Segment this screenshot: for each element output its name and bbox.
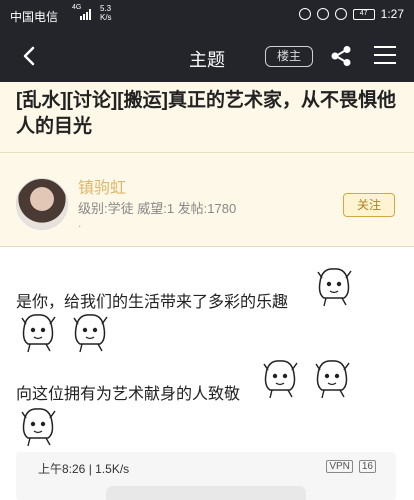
anime-girl-sticker-icon	[317, 268, 352, 307]
embedded-screenshot-image[interactable]: 上午8:26 | 1.5K/s VPN 16	[16, 452, 396, 500]
divider	[0, 152, 414, 153]
anime-girl-sticker-icon	[21, 314, 56, 353]
anime-girl-sticker-icon	[73, 314, 108, 353]
embedded-search-bar	[106, 486, 306, 500]
hamburger-menu-icon[interactable]	[374, 46, 396, 66]
author-name[interactable]: 镇驹虹	[78, 174, 126, 198]
anime-girl-sticker-icon	[21, 408, 56, 447]
embedded-battery-icon: 16	[358, 460, 376, 473]
anime-girl-sticker-icon	[263, 360, 298, 399]
carrier-label: 中国电信	[10, 10, 59, 24]
speed-unit: K/s	[100, 13, 112, 22]
embedded-status-time: 上午8:26 | 1.5K/s	[38, 462, 130, 476]
avatar[interactable]	[16, 178, 68, 230]
top-nav-bar: 主题 楼主	[0, 30, 414, 82]
vpn-badge: VPN	[326, 460, 353, 473]
share-icon[interactable]	[330, 45, 352, 67]
eye-icon	[298, 8, 311, 20]
author-card: 镇驹虹 级别:学徒 威望:1 发帖:1780 . 关注	[0, 160, 414, 250]
speed-value: 5.3	[100, 4, 112, 13]
content-line: 是你，给我们的生活带来了多彩的乐趣	[16, 294, 289, 311]
follow-button[interactable]: 关注	[343, 193, 395, 217]
author-stats: 级别:学徒 威望:1 发帖:1780	[78, 201, 237, 216]
network-speed: 5.3 K/s	[100, 4, 112, 22]
battery-icon: 47	[352, 8, 375, 20]
post-title: [乱水][讨论][搬运]真正的艺术家，从不畏惧他人的目光	[16, 90, 396, 137]
status-right-group: 47 1:27	[298, 7, 404, 21]
embedded-status-icons: VPN 16	[326, 460, 376, 473]
alarm-icon	[316, 8, 329, 20]
owner-only-button[interactable]: 楼主	[265, 46, 313, 67]
anime-girl-sticker-icon	[315, 360, 350, 399]
clock: 1:27	[380, 7, 404, 21]
status-bar: 中国电信 4G 5.3 K/s 47 1:27	[0, 0, 414, 30]
wifi-icon	[334, 8, 347, 20]
content-line: 向这位拥有为艺术献身的人致敬	[16, 386, 241, 403]
signal-icon	[80, 9, 91, 20]
author-extra: .	[78, 216, 82, 230]
